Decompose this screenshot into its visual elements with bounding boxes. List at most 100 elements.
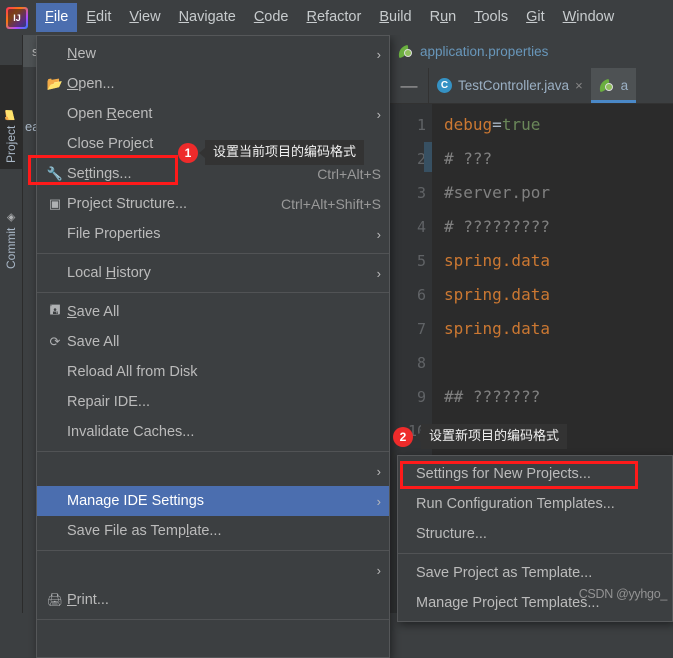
spring-leaf-icon — [398, 45, 414, 59]
code-line: spring.data — [444, 244, 673, 278]
menu-item-manage-ide-settings[interactable]: › — [37, 456, 389, 486]
submenu-item-run-configuration-templates[interactable]: Run Configuration Templates... — [398, 489, 672, 519]
chevron-right-icon: › — [376, 46, 381, 62]
annotation-tooltip-2: 设置新项目的编码格式 — [414, 424, 568, 449]
submenu-item-save-project-as-template[interactable]: Save Project as Template... — [398, 558, 672, 588]
sidebar-item-label: Project — [4, 125, 18, 163]
wrench-icon: 🔧 — [46, 166, 64, 181]
menu-item-power-save-mode[interactable] — [37, 624, 389, 654]
code-token: debug — [444, 115, 493, 134]
menu-item-save-all[interactable]: 🖪 Save All — [37, 297, 389, 327]
shortcut-label: Ctrl+Alt+S — [317, 166, 381, 182]
menu-git[interactable]: Git — [517, 6, 554, 29]
code-line: debug=true — [444, 108, 673, 142]
java-class-icon: C — [437, 78, 452, 93]
line-number: 6 — [416, 286, 426, 304]
chevron-right-icon: › — [376, 265, 381, 281]
menu-tools[interactable]: Tools — [465, 6, 517, 29]
printer-icon: 🖨 — [46, 592, 64, 607]
menu-item-repair-ide[interactable]: Reload All from Disk — [37, 357, 389, 387]
menu-item-restart-ide[interactable]: Invalidate Caches... — [37, 417, 389, 447]
menu-separator — [398, 553, 672, 554]
file-menu-dropdown: New › 📂 Open... Open Recent › Close Proj… — [36, 35, 390, 658]
menu-build[interactable]: Build — [370, 6, 420, 29]
menu-item-print[interactable]: 🖨 Print... — [37, 585, 389, 615]
menu-view[interactable]: View — [120, 6, 169, 29]
code-line: # ????????? — [444, 210, 673, 244]
code-token: spring.data — [444, 285, 550, 304]
save-icon: 🖪 — [49, 302, 61, 317]
breadcrumb[interactable]: application.properties — [390, 35, 673, 68]
line-number: 7 — [416, 320, 426, 338]
editor-tab-label: TestController.java — [458, 78, 570, 93]
menu-separator — [37, 619, 389, 620]
code-token: spring.data — [444, 319, 550, 338]
code-line: spring.data — [444, 312, 673, 346]
menu-separator — [37, 253, 389, 254]
menu-item-invalidate-caches[interactable]: Repair IDE... — [37, 387, 389, 417]
code-token: true — [501, 115, 541, 134]
editor-tab-application-properties[interactable]: a — [590, 68, 637, 103]
menu-item-save-file-as-template[interactable]: Save File as Template... — [37, 516, 389, 546]
folder-icon: 📁 — [4, 109, 18, 122]
code-token: # ??? — [444, 149, 493, 168]
spring-leaf-icon — [599, 79, 615, 93]
annotation-tooltip-1: 设置当前项目的编码格式 — [198, 140, 365, 165]
menu-item-project-structure[interactable]: ▣ Project Structure... Ctrl+Alt+Shift+S — [37, 189, 389, 219]
editor-tab-label: a — [620, 78, 629, 93]
menu-item-local-history[interactable]: Local History › — [37, 258, 389, 288]
code-token: ## ??????? — [444, 387, 541, 406]
chevron-right-icon: › — [376, 493, 381, 509]
line-number: 9 — [416, 388, 426, 406]
menu-bar: File Edit View Navigate Code Refactor Bu… — [0, 0, 673, 35]
code-line: #server.por — [444, 176, 673, 210]
breadcrumb-label: application.properties — [420, 44, 549, 59]
annotation-badge-1: 1 — [178, 143, 198, 163]
line-number: 3 — [416, 184, 426, 202]
code-token: #server.por — [444, 183, 550, 202]
menu-file[interactable]: File — [36, 3, 78, 32]
chevron-right-icon: › — [376, 106, 381, 122]
sidebar-item-project[interactable]: Project 📁 — [0, 65, 22, 169]
editor-tab-testcontroller[interactable]: C TestController.java × — [429, 68, 591, 103]
chevron-right-icon: › — [376, 226, 381, 242]
sidebar-item-commit[interactable]: Commit ◈ — [0, 175, 22, 275]
menu-separator — [37, 451, 389, 452]
menu-edit[interactable]: Edit — [77, 6, 120, 29]
commit-icon: ◈ — [4, 211, 18, 224]
menu-code[interactable]: Code — [245, 6, 298, 29]
code-token: = — [492, 115, 502, 134]
intellij-idea-logo-icon — [6, 6, 28, 29]
annotation-badge-2: 2 — [393, 427, 413, 447]
menu-navigate[interactable]: Navigate — [170, 6, 245, 29]
menu-item-new-projects-setup[interactable]: Manage IDE Settings › — [37, 486, 389, 516]
menu-item-export[interactable]: › — [37, 555, 389, 585]
module-icon: ▣ — [48, 196, 62, 211]
menu-separator — [37, 550, 389, 551]
menu-item-new[interactable]: New › — [37, 39, 389, 69]
code-line: spring.data — [444, 278, 673, 312]
code-line: # ??? — [444, 142, 673, 176]
close-icon[interactable]: × — [575, 78, 583, 93]
folder-open-icon: 📂 — [46, 76, 64, 91]
menu-item-open[interactable]: 📂 Open... — [37, 69, 389, 99]
shortcut-label: Ctrl+Alt+Shift+S — [281, 196, 381, 212]
submenu-item-structure[interactable]: Structure... — [398, 519, 672, 549]
menu-separator — [37, 292, 389, 293]
line-number: 1 — [416, 116, 426, 134]
line-number: 4 — [416, 218, 426, 236]
menu-item-file-properties[interactable]: File Properties › — [37, 219, 389, 249]
menu-item-reload-all-from-disk[interactable]: ⟳ Save All — [37, 327, 389, 357]
sidebar-item-label: Commit — [4, 227, 18, 269]
gutter-change-marker — [424, 142, 432, 172]
minimize-icon[interactable]: — — [390, 68, 429, 103]
menu-run[interactable]: Run — [421, 6, 466, 29]
watermark: CSDN @yyhgo_ — [578, 587, 668, 601]
menu-refactor[interactable]: Refactor — [298, 6, 371, 29]
code-token: # ????????? — [444, 217, 550, 236]
menu-item-open-recent[interactable]: Open Recent › — [37, 99, 389, 129]
refresh-icon: ⟳ — [49, 334, 61, 349]
submenu-item-settings-for-new-projects[interactable]: Settings for New Projects... — [398, 459, 672, 489]
menu-window[interactable]: Window — [554, 6, 624, 29]
